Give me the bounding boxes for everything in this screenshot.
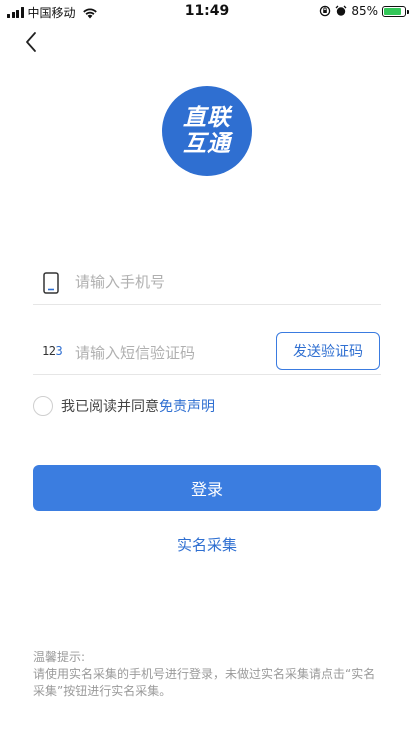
disclaimer-link[interactable]: 免责声明 — [159, 396, 215, 416]
agreement-text: 我已阅读并同意 — [61, 399, 159, 415]
phone-icon — [43, 272, 59, 294]
tips-section: 温馨提示: 请使用实名采集的手机号进行登录，未做过实名采集请点击“实名采集”按钮… — [33, 649, 383, 700]
battery-percent: 85% — [351, 4, 378, 18]
logo-text: 直联互通 — [183, 105, 231, 157]
alarm-icon — [335, 5, 347, 16]
phone-field-row — [33, 262, 381, 305]
sms-code-icon: 123 — [42, 344, 63, 358]
agreement-row: 我已阅读并同意 免责声明 — [33, 396, 215, 416]
agreement-checkbox[interactable] — [33, 396, 53, 416]
login-button[interactable]: 登录 — [33, 465, 381, 511]
battery-icon — [382, 5, 409, 17]
tips-body: 请使用实名采集的手机号进行登录，未做过实名采集请点击“实名采集”按钮进行实名采集… — [33, 667, 376, 698]
sms-code-input[interactable] — [75, 341, 265, 365]
tips-title: 温馨提示: — [33, 650, 86, 664]
rotation-lock-icon — [320, 5, 331, 17]
back-button[interactable] — [20, 30, 44, 54]
realname-collect-link[interactable]: 实名采集 — [0, 534, 414, 555]
status-bar: 中国移动 11:49 85% — [0, 0, 414, 24]
send-code-button[interactable]: 发送验证码 — [276, 332, 380, 370]
battery-fill — [384, 7, 401, 15]
phone-input[interactable] — [75, 270, 365, 294]
chevron-left-icon — [26, 32, 36, 52]
app-logo: 直联互通 — [162, 86, 252, 176]
status-right: 85% — [319, 4, 409, 18]
